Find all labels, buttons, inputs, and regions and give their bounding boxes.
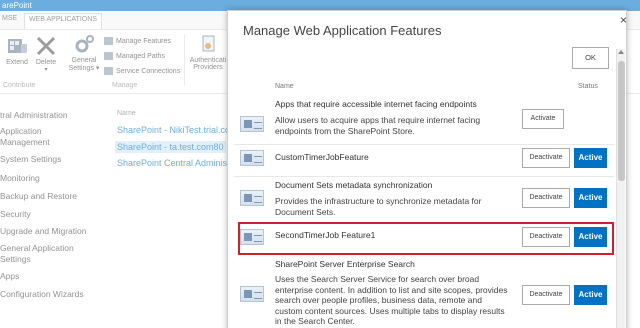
feature-title: SharePoint Server Enterprise Search [275,259,415,269]
scroll-up-arrow-icon[interactable] [618,50,624,54]
feature-icon [240,190,264,206]
manage-features-dialog: Manage Web Application Features OK Name … [227,10,627,328]
close-icon[interactable]: × [620,14,627,26]
column-header-name: Name [275,83,294,90]
deactivate-button[interactable]: Deactivate [522,285,570,305]
deactivate-button[interactable]: Deactivate [522,188,570,208]
status-badge: Active [574,188,607,208]
ok-button[interactable]: OK [572,47,609,69]
feature-title: Apps that require accessible internet fa… [275,99,477,109]
status-badge: Active [574,285,607,305]
deactivate-button[interactable]: Deactivate [522,148,570,168]
column-header-status: Status [578,83,598,90]
feature-icon [240,286,264,302]
feature-icon [240,150,264,166]
dialog-scrollbar[interactable] [616,49,625,328]
feature-title: Document Sets metadata synchronization [275,180,433,190]
feature-description: Uses the Search Server Service for searc… [275,274,508,326]
feature-icon [240,116,264,132]
feature-title: CustomTimerJobFeature [275,152,369,162]
row-divider [234,144,614,145]
row-divider [234,176,614,177]
scroll-thumb[interactable] [618,61,625,181]
status-badge: Active [574,148,607,168]
activate-button[interactable]: Activate [522,109,564,129]
highlight-box [238,222,614,255]
dialog-title: Manage Web Application Features [243,23,442,38]
feature-description: Provides the infrastructure to synchroni… [275,196,482,217]
feature-description: Allow users to acquire apps that require… [275,115,481,136]
